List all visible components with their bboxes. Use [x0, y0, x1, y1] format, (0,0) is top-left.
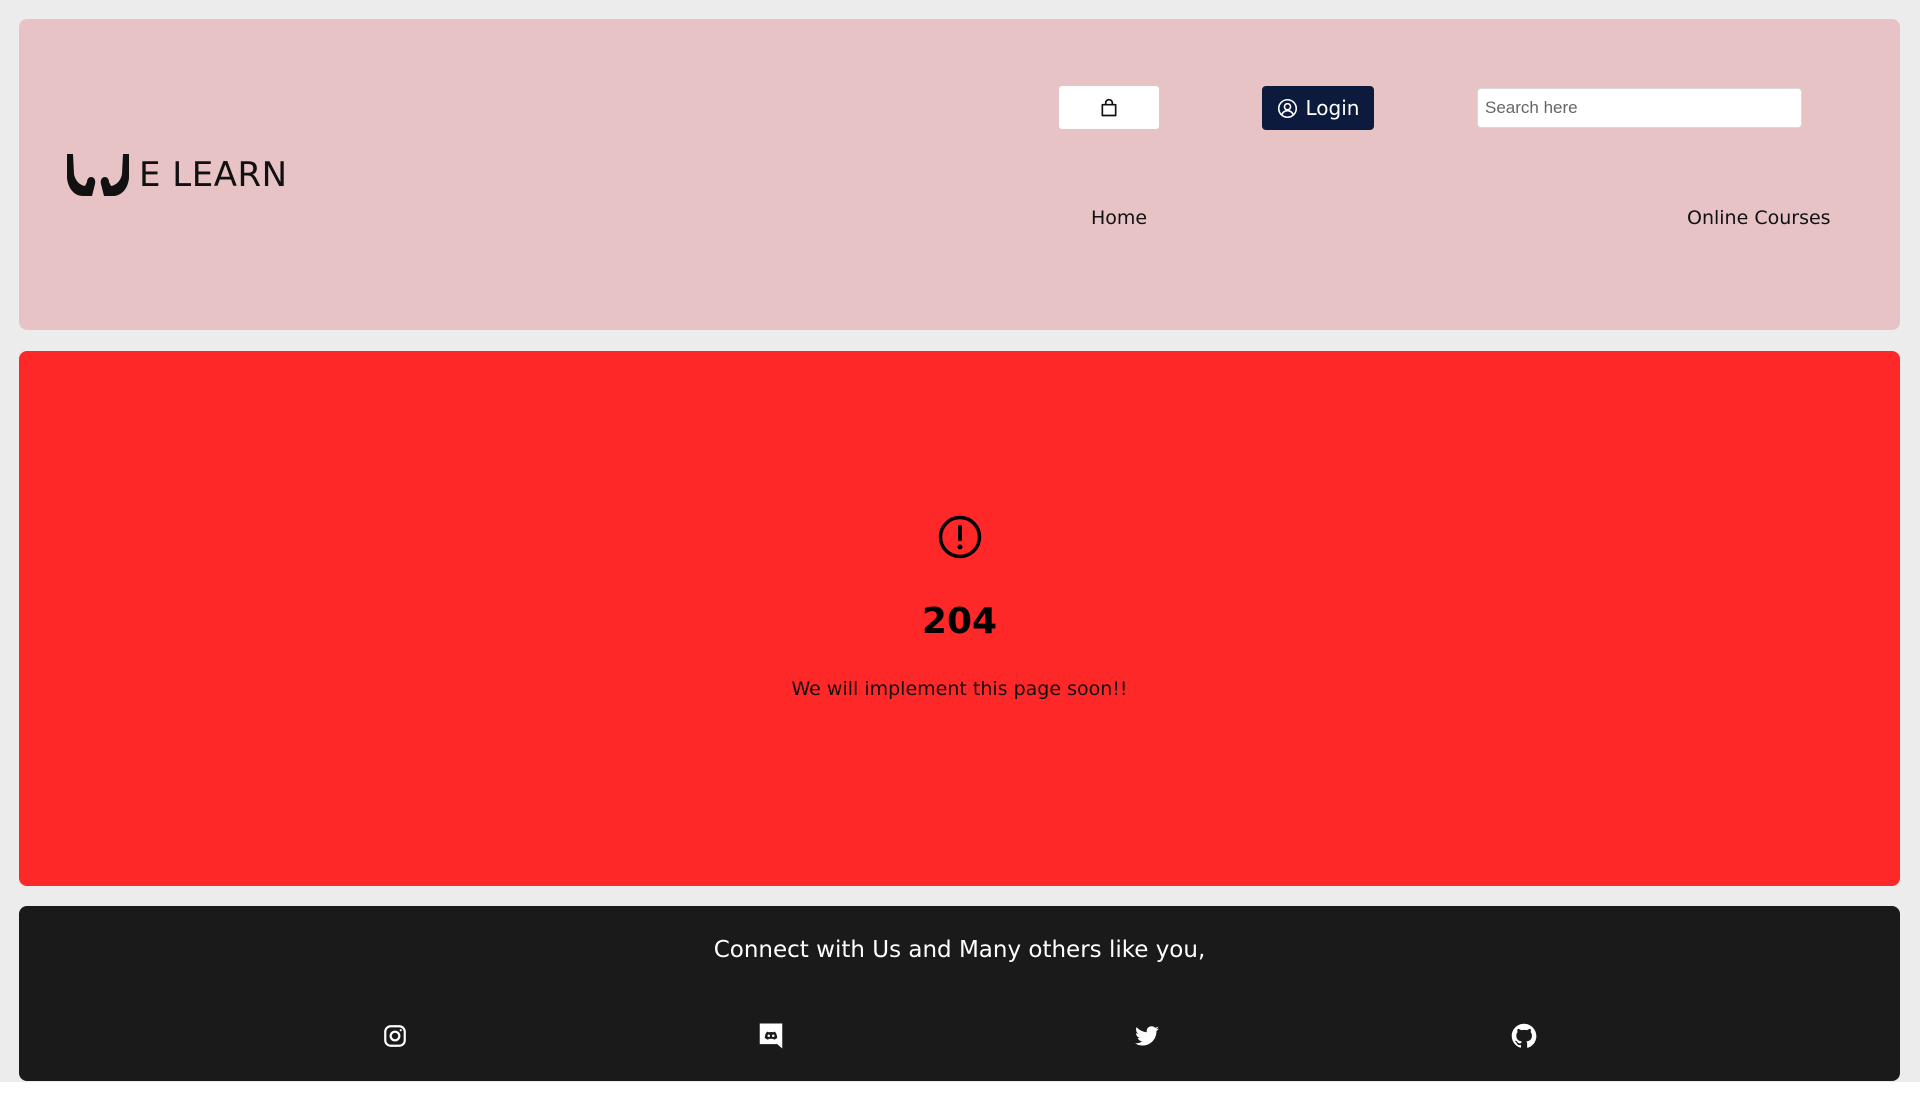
- nav-online-courses[interactable]: Online Courses: [1687, 207, 1831, 229]
- site-header: E LEARN Login Home Online Courses: [19, 19, 1900, 330]
- hands-icon: [67, 154, 129, 196]
- login-label: Login: [1305, 96, 1360, 120]
- nav-home[interactable]: Home: [1091, 207, 1147, 229]
- status-code: 204: [921, 601, 998, 642]
- discord-link[interactable]: [756, 1021, 786, 1051]
- discord-icon: [759, 1023, 783, 1049]
- instagram-icon: [384, 1025, 406, 1047]
- shopping-bag-icon: [1101, 98, 1117, 116]
- github-link[interactable]: [1509, 1021, 1539, 1051]
- brand-logo[interactable]: E LEARN: [65, 152, 288, 198]
- notice-panel: 204 We will implement this page soon!!: [19, 351, 1900, 886]
- github-icon: [1511, 1023, 1537, 1048]
- twitter-icon: [1135, 1026, 1159, 1046]
- user-circle-icon: [1277, 98, 1297, 118]
- cart-button[interactable]: [1059, 86, 1159, 129]
- twitter-link[interactable]: [1132, 1021, 1162, 1051]
- login-button[interactable]: Login: [1262, 86, 1374, 130]
- search-input[interactable]: [1477, 88, 1802, 128]
- footer-heading: Connect with Us and Many others like you…: [713, 937, 1206, 963]
- brand-name: E LEARN: [139, 155, 288, 195]
- instagram-link[interactable]: [380, 1021, 410, 1051]
- site-footer: Connect with Us and Many others like you…: [19, 906, 1900, 1081]
- notice-message: We will implement this page soon!!: [791, 678, 1128, 700]
- alert-circle-icon: [938, 515, 982, 559]
